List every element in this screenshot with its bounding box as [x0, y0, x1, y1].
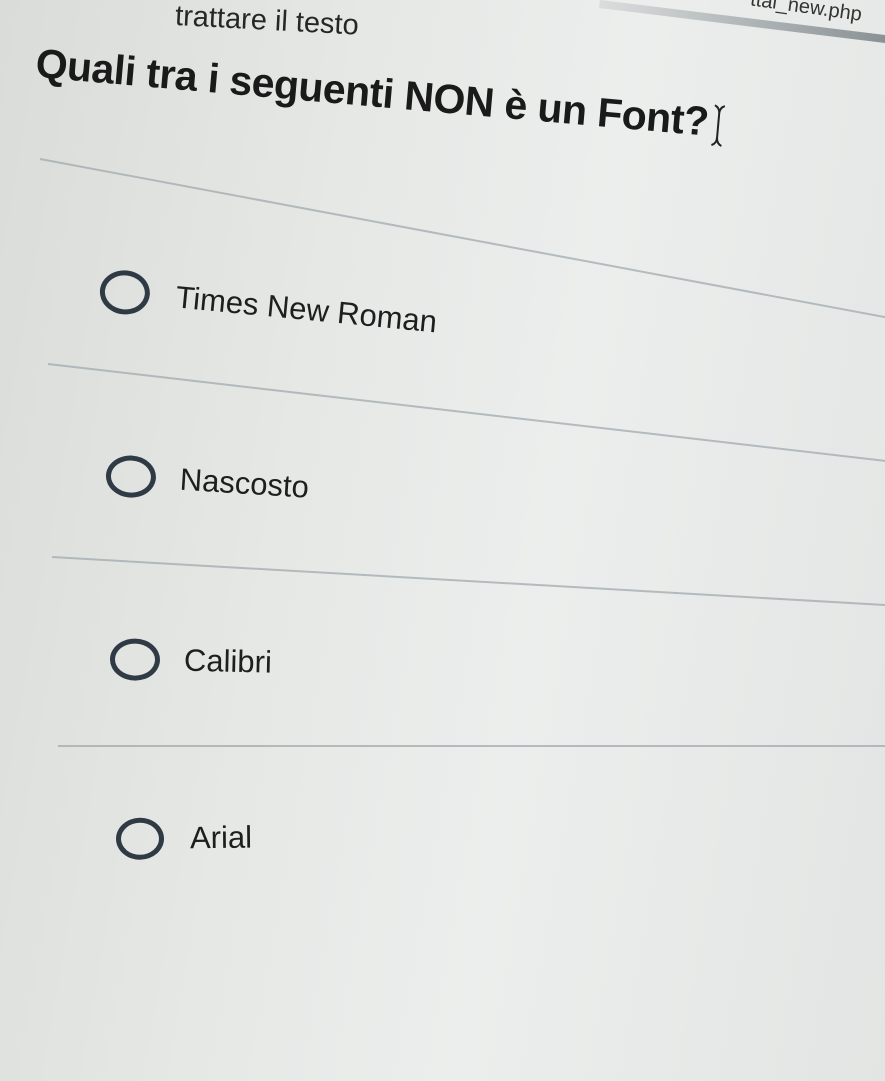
question-text: Quali tra i seguenti NON è un Font?: [33, 40, 711, 145]
radio-unchecked-icon[interactable]: [97, 268, 152, 317]
option-arial[interactable]: Arial: [115, 817, 253, 860]
text-cursor-icon: [708, 103, 728, 148]
option-times-new-roman[interactable]: Times New Roman: [97, 268, 439, 344]
option-divider: [47, 363, 885, 464]
option-calibri[interactable]: Calibri: [109, 638, 273, 684]
radio-unchecked-icon[interactable]: [109, 638, 161, 682]
option-label: Times New Roman: [174, 279, 439, 340]
option-nascosto[interactable]: Nascosto: [104, 454, 310, 509]
radio-unchecked-icon[interactable]: [115, 817, 165, 860]
quiz-page: ttal_new.php trattare il testo Quali tra…: [0, 0, 885, 1081]
option-label: Calibri: [183, 642, 273, 680]
option-divider: [58, 745, 885, 747]
option-label: Nascosto: [178, 461, 310, 505]
radio-unchecked-icon[interactable]: [104, 454, 158, 500]
question-title: Quali tra i seguenti NON è un Font?: [34, 40, 729, 148]
option-divider: [51, 556, 885, 608]
section-header: trattare il testo: [174, 0, 360, 42]
option-label: Arial: [189, 819, 253, 856]
